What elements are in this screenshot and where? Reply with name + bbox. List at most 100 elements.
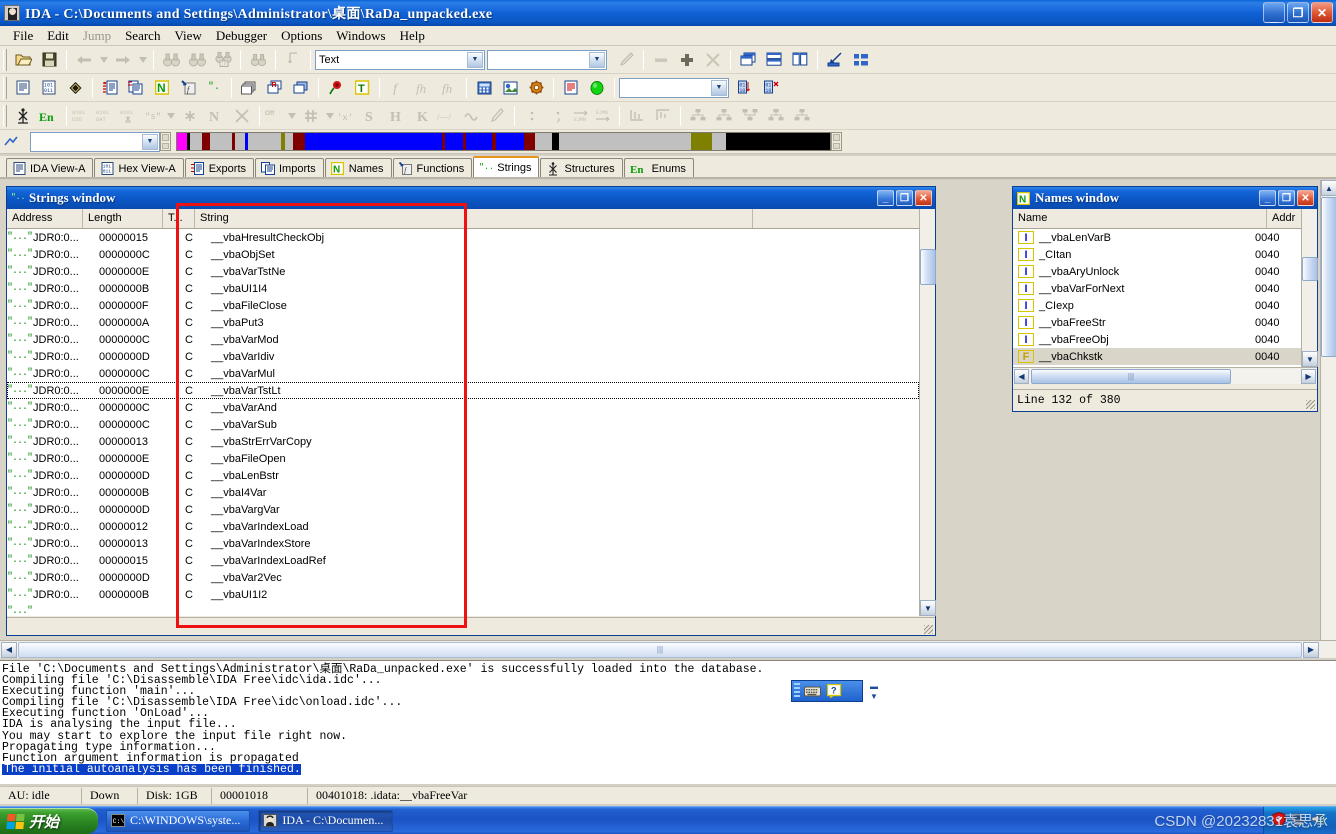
tab-structures[interactable]: Structures	[540, 158, 622, 178]
tab-imports[interactable]: Imports	[255, 158, 324, 178]
search-type-combo[interactable]: Text ▼	[315, 50, 485, 70]
resize-grip[interactable]	[1306, 400, 1315, 409]
workspace-scroll-left-button[interactable]: ◀	[1, 642, 17, 658]
table-row[interactable]: "..." JDR0:0... 0000000F C __vbaFileClose	[7, 297, 919, 314]
workspace-vertical-scrollbar[interactable]: ▲ ▼	[1320, 180, 1336, 658]
table-row[interactable]: "..." JDR0:0... 0000000E C __vbaVarTstNe	[7, 263, 919, 280]
struct-offset-icon[interactable]: H	[384, 104, 410, 128]
table-row[interactable]: I _CIexp 0040	[1013, 297, 1301, 314]
table-row[interactable]: "..." JDR0:0... 00000013 C __vbaStrErrVarCop…	[7, 433, 919, 450]
chevron-down-icon[interactable]: ▼	[589, 52, 605, 68]
column-header-address[interactable]: Address	[7, 209, 83, 228]
table-row[interactable]: I _CItan 0040	[1013, 246, 1301, 263]
semicolon-icon[interactable]	[545, 104, 571, 128]
names-horizontal-scrollbar[interactable]: ◀ ||| ▶	[1013, 367, 1317, 384]
binoculars-alt-icon[interactable]	[245, 48, 271, 72]
menu-item-help[interactable]: Help	[393, 27, 432, 45]
make-string-icon[interactable]: "s"	[143, 104, 165, 128]
undefine-x-icon[interactable]	[229, 104, 255, 128]
strings-icon[interactable]: "..."	[201, 76, 227, 100]
jump-address-combo[interactable]: ▼	[619, 78, 729, 98]
binoculars-search-again-icon[interactable]	[184, 48, 210, 72]
strings-maximize-button[interactable]: ❐	[896, 190, 913, 206]
column-header-string[interactable]: String	[195, 209, 753, 228]
cross-reference-from-icon[interactable]: EJMN	[593, 104, 615, 128]
graph-flowchart-icon[interactable]	[685, 104, 711, 128]
toggle-sign-icon[interactable]	[458, 104, 484, 128]
names-hscrollbar-thumb[interactable]: |||	[1031, 369, 1231, 384]
calculator-icon[interactable]	[471, 76, 497, 100]
jump-down-icon[interactable]	[280, 48, 306, 72]
column-header-length[interactable]: Length	[83, 209, 163, 228]
table-row[interactable]: "..." JDR0:0... 0000000B C __vbaUI1I4	[7, 280, 919, 297]
table-row[interactable]: I __vbaFreeStr 0040	[1013, 314, 1301, 331]
back-history-dropdown-icon[interactable]	[97, 48, 110, 72]
options-gear-icon[interactable]	[523, 76, 549, 100]
navigator-left-handle[interactable]	[160, 132, 171, 151]
back-arrow-icon[interactable]	[71, 48, 97, 72]
segments-icon[interactable]	[236, 76, 262, 100]
graph-callees-icon[interactable]	[763, 104, 789, 128]
tile-horizontal-icon[interactable]	[761, 48, 787, 72]
output-window[interactable]: File 'C:\Documents and Settings\Administ…	[0, 660, 1336, 784]
table-row[interactable]: "..." JDR0:0... 0000000B C __vbaI4Var	[7, 484, 919, 501]
graph-callers-icon[interactable]	[711, 104, 737, 128]
colon-icon[interactable]	[519, 104, 545, 128]
table-row[interactable]: "..." JDR0:0... 0000000D C __vbaVargVar	[7, 501, 919, 518]
imports-icon[interactable]	[123, 76, 149, 100]
segment-s-icon[interactable]: S	[358, 104, 384, 128]
toolbar-grip[interactable]	[3, 77, 7, 99]
structures-diamond-icon[interactable]	[62, 76, 88, 100]
number-hash-icon[interactable]	[298, 104, 324, 128]
tab-enums[interactable]: En Enums	[624, 158, 694, 178]
workspace-horizontal-scrollbar[interactable]: ◀ ||| ▶	[0, 640, 1336, 658]
binoculars-search-hex-icon[interactable]: 101	[210, 48, 236, 72]
tab-names[interactable]: N Names	[325, 158, 392, 178]
help-icon[interactable]: ?	[824, 682, 844, 700]
restore-window-icon[interactable]	[822, 48, 848, 72]
minus-icon[interactable]	[648, 48, 674, 72]
column-header-type[interactable]: T...	[163, 209, 195, 228]
table-row[interactable]: "..." JDR0:0... 0000000D C __vbaLenBstr	[7, 467, 919, 484]
start-button[interactable]: 开始	[0, 808, 98, 834]
rename-n-icon[interactable]: N	[203, 104, 229, 128]
tab-strings[interactable]: "..." Strings	[473, 156, 539, 178]
strings-window-title-bar[interactable]: "..." Strings window _ ❐ ✕	[7, 187, 935, 209]
workspace-vscroll-thumb[interactable]	[1321, 197, 1336, 357]
highlight-pen-icon[interactable]	[613, 48, 639, 72]
names-vertical-scrollbar[interactable]: ▼	[1301, 209, 1317, 367]
encoding-en-icon[interactable]: En	[36, 104, 62, 128]
manual-operand-icon[interactable]: /—/	[436, 104, 458, 128]
table-row[interactable]: "..." JDR0:0... 0000000A C __vbaPut3	[7, 314, 919, 331]
output-toolbar-arrows[interactable]: ▬ ▼	[866, 681, 882, 701]
table-row[interactable]: "..." JDR0:0... 00000015 C __vbaVarIndexLoad…	[7, 552, 919, 569]
table-row[interactable]: I __vbaAryUnlock 0040	[1013, 263, 1301, 280]
table-row[interactable]: I __vbaVarForNext 0040	[1013, 280, 1301, 297]
chevron-down-icon[interactable]: ▼	[711, 80, 727, 96]
toolbar-grip[interactable]	[3, 105, 7, 127]
menu-item-options[interactable]: Options	[274, 27, 329, 45]
set-breakpoint-icon[interactable]: 01 10	[733, 76, 759, 100]
names-window-title-bar[interactable]: N Names window _ ❐ ✕	[1013, 187, 1317, 209]
navigator-right-handle[interactable]	[831, 132, 842, 151]
patch-program-icon[interactable]	[497, 76, 523, 100]
registers-icon[interactable]: R	[262, 76, 288, 100]
taskbar-item-console[interactable]: C:\ C:\WINDOWS\syste...	[106, 810, 250, 832]
strings-scroll-down-button[interactable]: ▼	[920, 600, 936, 616]
maximize-button[interactable]: ❐	[1287, 2, 1309, 23]
workspace-scroll-right-button[interactable]: ▶	[1303, 642, 1319, 658]
signatures-icon[interactable]	[323, 76, 349, 100]
table-row[interactable]: "..." JDR0:0... 0000000C C __vbaVarSub	[7, 416, 919, 433]
menu-item-search[interactable]: Search	[118, 27, 167, 45]
make-string-dropdown-icon[interactable]	[165, 104, 177, 128]
run-green-icon[interactable]	[584, 76, 610, 100]
char-operand-icon[interactable]: 'x'	[336, 104, 358, 128]
menu-item-debugger[interactable]: Debugger	[209, 27, 274, 45]
navigator-band[interactable]	[176, 132, 831, 151]
menu-item-windows[interactable]: Windows	[329, 27, 392, 45]
make-function-icon[interactable]: 0101	[119, 104, 143, 128]
close-button[interactable]: ✕	[1311, 2, 1333, 23]
offset-icon[interactable]: Off dat	[264, 104, 286, 128]
names-list[interactable]: I __vbaLenVarB 0040 I _CItan 0040 I __vbaAryUnl…	[1013, 229, 1301, 367]
cross-delete-icon[interactable]	[700, 48, 726, 72]
